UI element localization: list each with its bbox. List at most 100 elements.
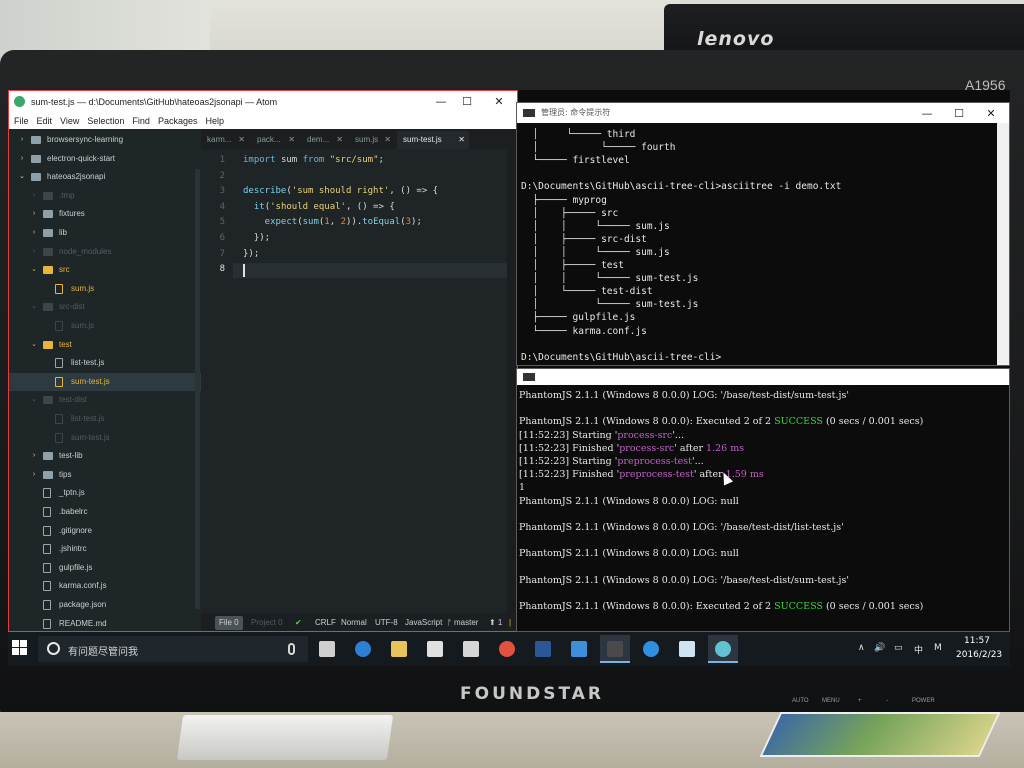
monitor-button-auto[interactable]: AUTO	[792, 698, 809, 704]
menu-item-file[interactable]: File	[14, 113, 29, 129]
taskbar-app-store-bag[interactable]	[672, 635, 702, 663]
tree-folder[interactable]: › .tmp	[9, 187, 201, 205]
cmd-scrollbar[interactable]	[997, 123, 1009, 365]
taskbar-app-xshell[interactable]	[564, 635, 594, 663]
tree-scrollbar[interactable]	[195, 169, 200, 609]
monitor-button-power[interactable]: POWER	[912, 698, 935, 704]
minimize-button[interactable]: —	[429, 94, 453, 110]
monitor-button-menu[interactable]: MENU	[822, 698, 840, 704]
menu-item-selection[interactable]: Selection	[87, 113, 124, 129]
taskbar-app-file-explorer[interactable]	[384, 635, 414, 663]
ime-mode-icon[interactable]: M	[934, 643, 942, 653]
tab-4[interactable]: sum-test.js ✕	[397, 131, 469, 149]
tree-file[interactable]: karma.conf.js	[9, 577, 201, 595]
tree-folder[interactable]: › lib	[9, 224, 201, 242]
tree-item-label: electron-quick-start	[47, 153, 116, 163]
tree-folder[interactable]: ⌄ test-dist	[9, 391, 201, 409]
tree-file[interactable]: .jshintrc	[9, 540, 201, 558]
close-tab-icon[interactable]: ✕	[288, 131, 295, 149]
taskbar-app-word[interactable]	[528, 635, 558, 663]
status-project-count[interactable]: Project 0	[251, 613, 283, 631]
tree-file[interactable]: gulpfile.js	[9, 559, 201, 577]
tree-file[interactable]: list-test.js	[9, 354, 201, 372]
tree-file[interactable]: sum.js	[9, 280, 201, 298]
menu-bar: File Edit View Selection Find Packages Help	[9, 113, 517, 129]
status-grammar[interactable]: JavaScript	[405, 613, 442, 631]
taskbar-app-chrome[interactable]	[492, 635, 522, 663]
tree-file[interactable]: sum.js	[9, 317, 201, 335]
start-button[interactable]	[12, 640, 28, 656]
cmd-minimize-button[interactable]: —	[915, 106, 939, 122]
tree-file[interactable]: _tptn.js	[9, 484, 201, 502]
show-hidden-icons-icon[interactable]: ∧	[858, 643, 865, 653]
taskbar-app-calculator[interactable]	[456, 635, 486, 663]
tree-folder[interactable]: › browsersync-learning	[9, 131, 201, 149]
taskbar-app-internet-explorer[interactable]	[636, 635, 666, 663]
tree-folder[interactable]: › electron-quick-start	[9, 150, 201, 168]
menu-item-help[interactable]: Help	[205, 113, 224, 129]
karma-terminal-titlebar[interactable]	[517, 369, 1009, 385]
code-token: , () => {	[389, 186, 439, 197]
close-tab-icon[interactable]: ✕	[238, 131, 245, 149]
tree-folder[interactable]: ⌄ src-dist	[9, 298, 201, 316]
tree-file[interactable]: sum-test.js	[9, 372, 201, 391]
menu-item-edit[interactable]: Edit	[37, 113, 53, 129]
clock-time[interactable]: 11:57	[964, 636, 990, 646]
tab-0[interactable]: karm... ✕	[201, 131, 249, 149]
taskbar-app-task-view[interactable]	[312, 635, 342, 663]
taskbar-app-edge[interactable]	[348, 635, 378, 663]
action-center-icon[interactable]: ▭	[894, 643, 903, 653]
tree-file[interactable]: .gitignore	[9, 522, 201, 540]
terminal-line: ├───── myprog	[521, 194, 607, 206]
status-git-branch[interactable]: ᚠ master	[447, 613, 478, 631]
line-number: 4	[219, 201, 225, 212]
cmd-close-button[interactable]: ✕	[979, 106, 1003, 122]
taskbar-app-cmd[interactable]	[600, 635, 630, 663]
karma-terminal-window: PhantomJS 2.1.1 (Windows 8 0.0.0) LOG: '…	[516, 368, 1010, 632]
microphone-icon[interactable]	[288, 643, 295, 655]
tree-folder[interactable]: › node_modules	[9, 243, 201, 261]
atom-titlebar[interactable]: sum-test.js — d:\Documents\GitHub\hateoa…	[9, 91, 517, 113]
close-button[interactable]: ✕	[487, 94, 511, 110]
tree-item-label: tips	[59, 469, 72, 479]
status-file-count[interactable]: File 0	[215, 616, 243, 630]
tree-file[interactable]: list-test.js	[9, 410, 201, 428]
tree-folder[interactable]: ⌄ test	[9, 336, 201, 354]
maximize-button[interactable]: ☐	[455, 94, 479, 110]
cortana-search-box[interactable]: 有问题尽管问我	[38, 636, 308, 662]
tree-folder[interactable]: › tips	[9, 466, 201, 484]
tree-file[interactable]: README.md	[9, 615, 201, 631]
terminal-token: preprocess-test	[619, 469, 694, 481]
close-tab-icon[interactable]: ✕	[384, 131, 391, 149]
tab-1[interactable]: pack... ✕	[251, 131, 299, 149]
linter-ok-icon[interactable]: ✔	[295, 613, 302, 631]
close-tab-icon[interactable]: ✕	[458, 131, 465, 149]
monitor-button-plus[interactable]: +	[858, 698, 862, 704]
ime-language-icon[interactable]: 中	[914, 643, 923, 656]
tree-folder[interactable]: › fixtures	[9, 205, 201, 223]
tree-folder[interactable]: ⌄ src	[9, 261, 201, 279]
terminal-token: 1	[519, 482, 526, 494]
cmd-maximize-button[interactable]: ☐	[947, 106, 971, 122]
tree-file[interactable]: .babelrc	[9, 503, 201, 521]
tree-file[interactable]: sum-test.js	[9, 429, 201, 447]
tab-2[interactable]: dem... ✕	[301, 131, 347, 149]
cmd-titlebar[interactable]: 管理员: 命令提示符 — ☐ ✕	[517, 103, 1009, 123]
tree-folder[interactable]: › test-lib	[9, 447, 201, 465]
taskbar-app-store[interactable]	[420, 635, 450, 663]
menu-item-view[interactable]: View	[60, 113, 79, 129]
tree-file[interactable]: package.json	[9, 596, 201, 614]
status-git-ahead[interactable]: ⬆ 1	[489, 613, 502, 631]
status-encoding[interactable]: UTF-8	[375, 613, 398, 631]
tree-folder[interactable]: ⌄ hateoas2jsonapi	[9, 168, 201, 186]
volume-icon[interactable]: 🔊	[874, 643, 885, 653]
menu-item-packages[interactable]: Packages	[158, 113, 198, 129]
taskbar-app-atom[interactable]	[708, 635, 738, 663]
menu-item-find[interactable]: Find	[132, 113, 150, 129]
tab-3[interactable]: sum.js ✕	[349, 131, 395, 149]
clock-date[interactable]: 2016/2/23	[956, 650, 1002, 660]
close-tab-icon[interactable]: ✕	[336, 131, 343, 149]
status-line-ending[interactable]: CRLF	[315, 613, 336, 631]
code-editor[interactable]: 1 2 3 4 5 6 7 8 import sum from "src/sum"; descr…	[201, 149, 517, 613]
monitor-button-minus[interactable]: -	[886, 698, 888, 704]
